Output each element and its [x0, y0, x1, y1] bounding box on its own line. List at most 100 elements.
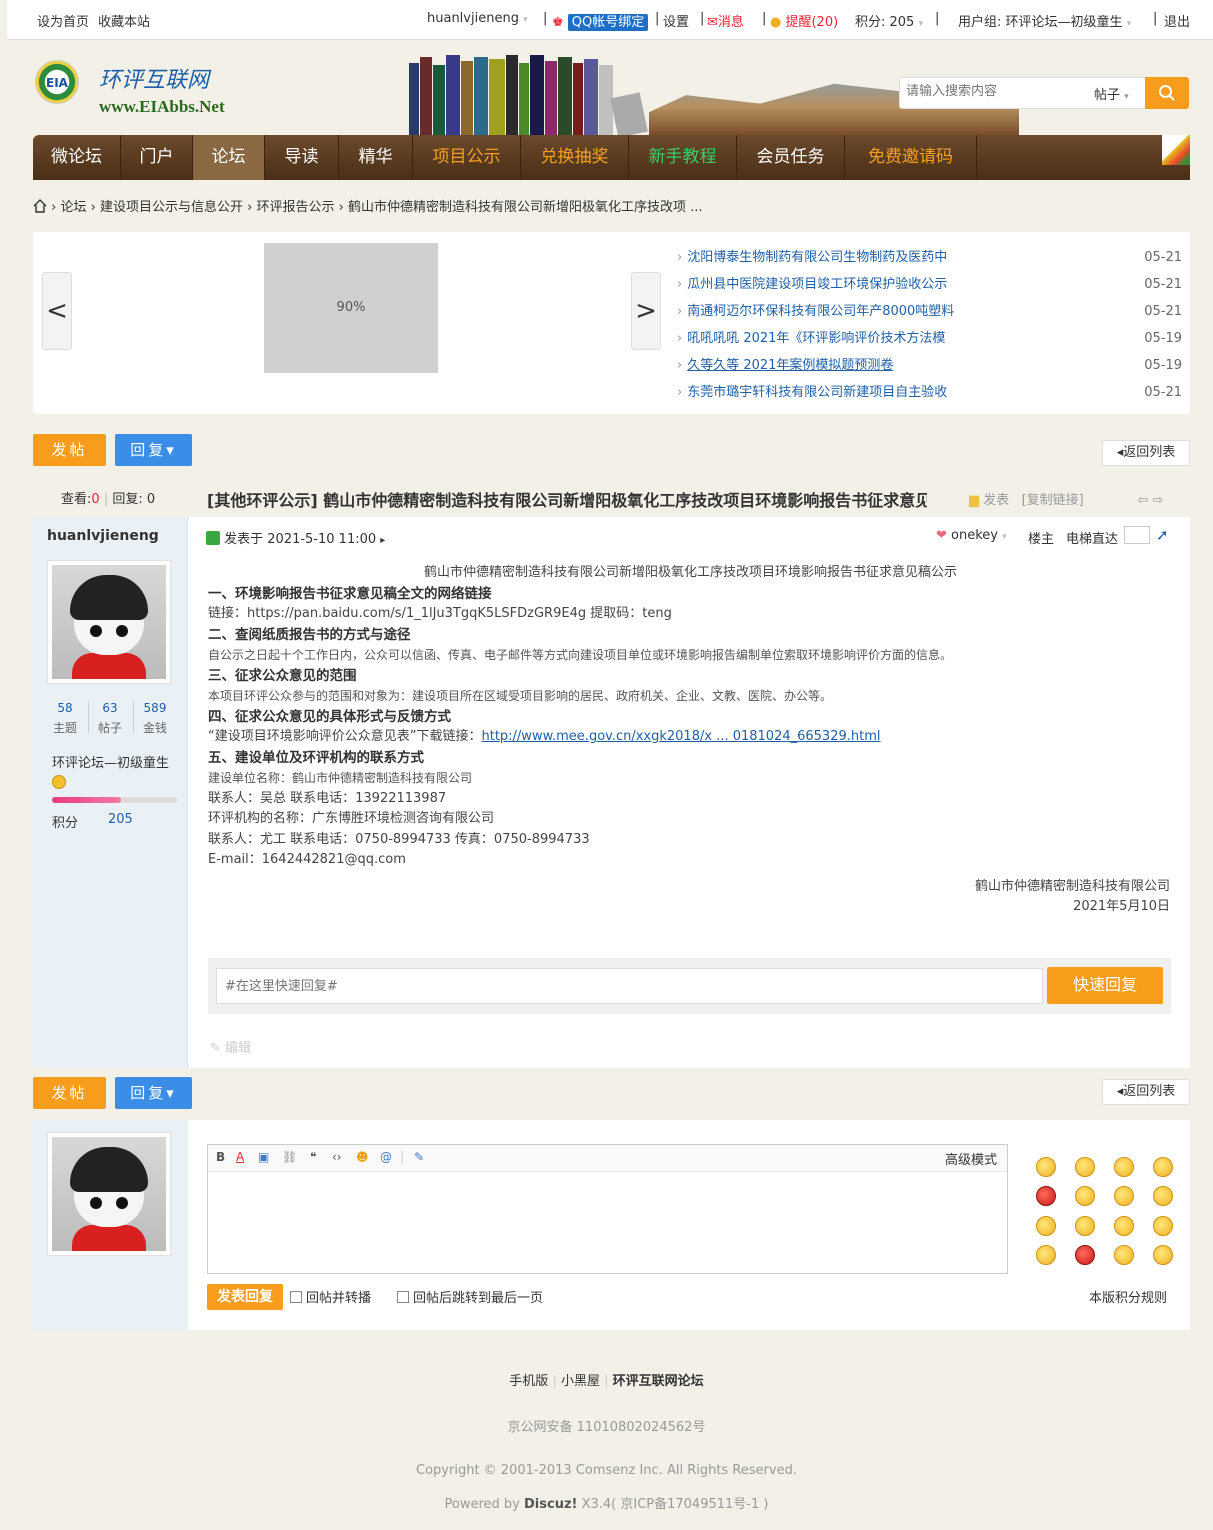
- home-icon[interactable]: [33, 199, 47, 213]
- code-icon[interactable]: ‹›: [332, 1150, 342, 1164]
- advanced-mode-link[interactable]: 高级模式: [945, 1149, 997, 1168]
- nav-item-lottery[interactable]: 兑换抽奖: [521, 135, 629, 180]
- copy-link-button[interactable]: [复制链接]: [1022, 493, 1084, 508]
- mention-icon[interactable]: @: [380, 1150, 392, 1164]
- edit-post-link[interactable]: ✎ 编辑: [210, 1037, 251, 1056]
- emoji-angry-icon[interactable]: [1036, 1186, 1056, 1206]
- publish-link[interactable]: 发表: [983, 493, 1009, 508]
- site-logo-text[interactable]: 环评互联网: [99, 62, 209, 94]
- user-group-link[interactable]: 用户组: 环评论坛—初级童生 ▾: [958, 11, 1131, 30]
- chevron-right-icon[interactable]: ▸: [380, 535, 385, 546]
- nav-item-guide[interactable]: 导读: [265, 135, 339, 180]
- money-count[interactable]: 589: [135, 701, 175, 715]
- news-link[interactable]: 久等久等 2021年案例模拟题预测卷: [687, 358, 893, 373]
- news-link[interactable]: 东莞市璐宇轩科技有限公司新建项目自主验收: [687, 385, 947, 400]
- reply-button[interactable]: 回复▾: [115, 434, 192, 466]
- reply-textarea[interactable]: [208, 1173, 1007, 1273]
- nav-item-tutorial[interactable]: 新手教程: [629, 135, 737, 180]
- breadcrumb-thread[interactable]: 鹤山市仲德精密制造科技有限公司新增阳极氧化工序技改项 ...: [348, 200, 703, 215]
- news-link[interactable]: 吼吼吼吼 2021年《环评影响评价技术方法模: [687, 331, 945, 346]
- emoji-shout-icon[interactable]: [1075, 1245, 1095, 1265]
- font-color-icon[interactable]: A: [236, 1150, 244, 1164]
- posts-count[interactable]: 63: [90, 701, 130, 715]
- quick-reply-button[interactable]: 快速回复: [1047, 967, 1163, 1004]
- nav-item-weiluntan[interactable]: 微论坛: [33, 135, 121, 180]
- threads-count[interactable]: 58: [45, 701, 85, 715]
- logout-link[interactable]: 退出: [1164, 11, 1190, 30]
- nav-item-project-notice[interactable]: 项目公示: [413, 135, 521, 180]
- search-input[interactable]: [906, 84, 1086, 99]
- messages-link[interactable]: ✉消息: [707, 11, 744, 30]
- discuz-link[interactable]: Discuz!: [524, 1497, 577, 1512]
- back-to-list-button[interactable]: ◂返回列表: [1102, 440, 1190, 466]
- qq-bind-link[interactable]: ♚ QQ帐号绑定: [552, 11, 649, 31]
- username-menu[interactable]: huanlvjieneng ▾: [427, 11, 528, 26]
- link-icon[interactable]: ⛓: [282, 1150, 297, 1164]
- new-post-button[interactable]: 发帖: [33, 434, 106, 466]
- news-link[interactable]: 瓜州县中医院建设项目竣工环境保护验收公示: [687, 277, 947, 292]
- quick-reply-input[interactable]: [216, 968, 1043, 1004]
- avatar[interactable]: [47, 1132, 171, 1256]
- image-icon[interactable]: ▣: [258, 1150, 269, 1164]
- jump-last-page-checkbox[interactable]: 回帖后跳转到最后一页: [397, 1287, 543, 1306]
- emoji-laugh-icon[interactable]: [1114, 1216, 1134, 1236]
- nav-item-invite-code[interactable]: 免费邀请码: [845, 135, 977, 180]
- mobile-link[interactable]: 手机版: [509, 1374, 548, 1389]
- nav-item-member-tasks[interactable]: 会员任务: [737, 135, 845, 180]
- emoji-cry-icon[interactable]: [1153, 1157, 1173, 1177]
- search-type-select[interactable]: 帖子 ▾: [1094, 84, 1129, 103]
- slider-next-button[interactable]: >: [631, 272, 661, 350]
- author-name[interactable]: huanlvjieneng: [47, 528, 159, 544]
- news-link[interactable]: 南通柯迈尔环保科技有限公司年产8000吨塑料: [687, 304, 954, 319]
- icp-record[interactable]: X3.4( 京ICP备17049511号-1 ): [577, 1497, 769, 1512]
- slider-prev-button[interactable]: <: [42, 272, 72, 350]
- nav-item-forum[interactable]: 论坛: [193, 135, 265, 180]
- breadcrumb-forum[interactable]: 论坛: [60, 200, 86, 215]
- emoji-tongue-icon[interactable]: [1075, 1216, 1095, 1236]
- emoji-cool-icon[interactable]: [1153, 1245, 1173, 1265]
- points-link[interactable]: 积分: 205 ▾: [855, 11, 923, 30]
- police-record[interactable]: 京公网安备 11010802024562号: [0, 1416, 1213, 1435]
- points-value[interactable]: 205: [108, 812, 133, 827]
- slide-image[interactable]: 90%: [264, 243, 438, 373]
- emoji-smile-icon[interactable]: [1036, 1157, 1056, 1177]
- onekey-share[interactable]: ❤ onekey ▾: [936, 528, 1007, 543]
- settings-link[interactable]: 设置: [663, 11, 689, 30]
- go-icon[interactable]: ➚: [1156, 526, 1169, 544]
- emoji-happy-icon[interactable]: [1114, 1186, 1134, 1206]
- emoji-dizzy-icon[interactable]: [1114, 1245, 1134, 1265]
- quote-icon[interactable]: ❝: [310, 1150, 316, 1164]
- emoji-blush-icon[interactable]: [1153, 1186, 1173, 1206]
- bookmark-link[interactable]: 收藏本站: [98, 11, 150, 30]
- site-name-link[interactable]: 环评互联网论坛: [613, 1374, 704, 1389]
- site-logo-badge[interactable]: EIA: [35, 60, 79, 104]
- search-button[interactable]: [1145, 77, 1189, 109]
- repost-checkbox[interactable]: 回帖并转播: [290, 1287, 371, 1306]
- user-group[interactable]: 环评论坛—初级童生: [52, 752, 169, 771]
- reminders-link[interactable]: ● 提醒(20): [770, 11, 838, 30]
- breadcrumb-category[interactable]: 建设项目公示与信息公开: [100, 200, 243, 215]
- news-link[interactable]: 沈阳博泰生物制药有限公司生物制药及医药中: [687, 250, 947, 265]
- emoji-shy-icon[interactable]: [1036, 1245, 1056, 1265]
- next-thread-icon[interactable]: ⇨: [1153, 493, 1164, 508]
- avatar[interactable]: [47, 560, 171, 684]
- emoji-grin-icon[interactable]: [1114, 1157, 1134, 1177]
- bold-icon[interactable]: B: [216, 1150, 225, 1164]
- elevator-input[interactable]: [1124, 526, 1150, 544]
- smiley-icon[interactable]: ☻: [356, 1150, 369, 1164]
- emoji-surprised-icon[interactable]: [1075, 1186, 1095, 1206]
- blackroom-link[interactable]: 小黑屋: [561, 1374, 600, 1389]
- points-rules-link[interactable]: 本版积分规则: [1089, 1287, 1167, 1306]
- site-logo-url[interactable]: www.EIAbbs.Net: [99, 97, 225, 117]
- nav-item-digest[interactable]: 精华: [339, 135, 413, 180]
- back-to-list-button[interactable]: ◂返回列表: [1102, 1079, 1190, 1105]
- reply-button[interactable]: 回复▾: [115, 1077, 192, 1109]
- emoji-wink-icon[interactable]: [1036, 1216, 1056, 1236]
- nav-item-portal[interactable]: 门户: [121, 135, 193, 180]
- attachment-icon[interactable]: ✎: [414, 1150, 424, 1164]
- new-post-button[interactable]: 发帖: [33, 1077, 106, 1109]
- submit-reply-button[interactable]: 发表回复: [207, 1284, 283, 1310]
- prev-thread-icon[interactable]: ⇦: [1137, 493, 1148, 508]
- emoji-sad-icon[interactable]: [1075, 1157, 1095, 1177]
- emoji-teeth-icon[interactable]: [1153, 1216, 1173, 1236]
